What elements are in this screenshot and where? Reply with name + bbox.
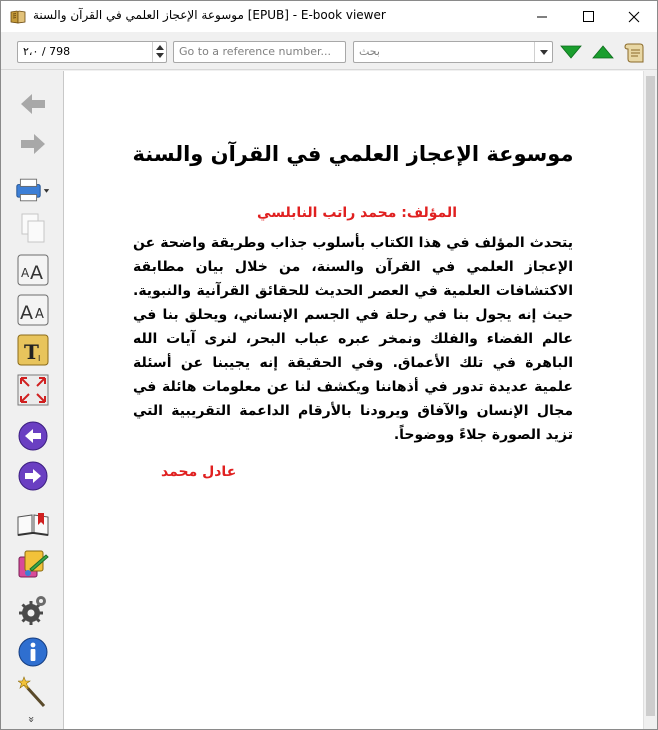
fullscreen-button[interactable] [15, 373, 51, 407]
main-toolbar: ٢،٠ / 798 Go to a reference number... بح… [1, 32, 657, 70]
font-larger-button[interactable]: A A [15, 253, 51, 287]
forward-arrow-icon [21, 134, 45, 154]
svg-text:A: A [21, 266, 30, 280]
next-page-icon [18, 461, 48, 491]
find-next-button[interactable] [559, 40, 583, 64]
search-combobox[interactable]: بحث [353, 41, 553, 63]
svg-text:I: I [38, 354, 40, 363]
font-size-increase-icon: A A [17, 254, 49, 286]
info-button[interactable] [15, 635, 51, 669]
spin-up-icon[interactable] [156, 45, 164, 50]
author-line: المؤلف: محمد راتب النابلسي [257, 205, 457, 221]
copy-icon [21, 213, 45, 243]
maximize-button[interactable] [565, 1, 611, 32]
position-value: ٢،٠ / 798 [23, 45, 71, 58]
svg-text:T: T [24, 340, 39, 364]
find-next-icon [560, 45, 582, 59]
bookmarks-icon [17, 513, 49, 536]
back-button[interactable] [15, 87, 51, 121]
close-icon [628, 11, 640, 22]
print-icon [16, 178, 50, 202]
find-previous-icon [592, 45, 614, 59]
ebook-viewer-icon [10, 9, 26, 24]
minimize-icon [536, 16, 547, 18]
minimize-button[interactable] [519, 1, 565, 32]
bookmarks-button[interactable] [15, 507, 51, 541]
copy-button[interactable] [15, 211, 51, 245]
ebook-viewer-window: موسوعة الإعجاز العلمي في القرآن والسنة [… [0, 0, 658, 730]
preferences-button[interactable] [15, 593, 51, 627]
next-page-button[interactable] [15, 459, 51, 493]
svg-text:A: A [30, 262, 43, 284]
left-sidebar: A A A A T I » [1, 71, 63, 729]
preferences-gear-icon [19, 596, 46, 625]
text-style-icon: T I [17, 334, 49, 366]
magic-wand-icon [18, 676, 46, 708]
svg-text:A: A [35, 307, 44, 322]
font-size-decrease-icon: A A [17, 294, 49, 326]
book-title: موسوعة الإعجاز العلمي في القرآن والسنة [132, 142, 574, 166]
tweak-button[interactable] [15, 675, 51, 709]
window-title: موسوعة الإعجاز العلمي في القرآن والسنة [… [33, 8, 386, 22]
position-spinbox[interactable]: ٢،٠ / 798 [17, 41, 167, 63]
chevron-down-icon[interactable] [534, 42, 552, 62]
reference-input[interactable]: Go to a reference number... [173, 41, 346, 63]
reference-mode-icon [18, 550, 49, 578]
close-button[interactable] [611, 1, 657, 32]
previous-page-button[interactable] [15, 419, 51, 453]
reference-mode-button[interactable] [15, 547, 51, 581]
text-style-button[interactable]: T I [15, 333, 51, 367]
title-bar[interactable]: موسوعة الإعجاز العلمي في القرآن والسنة [… [1, 1, 657, 32]
back-arrow-icon [21, 94, 45, 114]
print-button[interactable] [15, 173, 51, 207]
forward-button[interactable] [15, 127, 51, 161]
toc-button[interactable] [623, 40, 647, 64]
signature: عادل محمد [161, 464, 237, 480]
toc-scroll-icon [624, 43, 644, 63]
previous-page-icon [18, 421, 48, 451]
maximize-icon [582, 11, 594, 22]
search-placeholder: بحث [359, 45, 380, 58]
sidebar-more-icon[interactable]: » [25, 716, 38, 723]
find-previous-button[interactable] [591, 40, 615, 64]
info-icon [18, 637, 48, 667]
vertical-scrollbar[interactable] [643, 71, 657, 729]
scrollbar-thumb[interactable] [646, 76, 655, 716]
fullscreen-icon [17, 374, 49, 406]
book-description: يتحدث المؤلف في هذا الكتاب بأسلوب جذاب و… [133, 235, 573, 443]
font-smaller-button[interactable]: A A [15, 293, 51, 327]
spin-down-icon[interactable] [156, 53, 164, 58]
spin-arrows[interactable] [152, 42, 166, 62]
svg-text:A: A [20, 302, 33, 324]
